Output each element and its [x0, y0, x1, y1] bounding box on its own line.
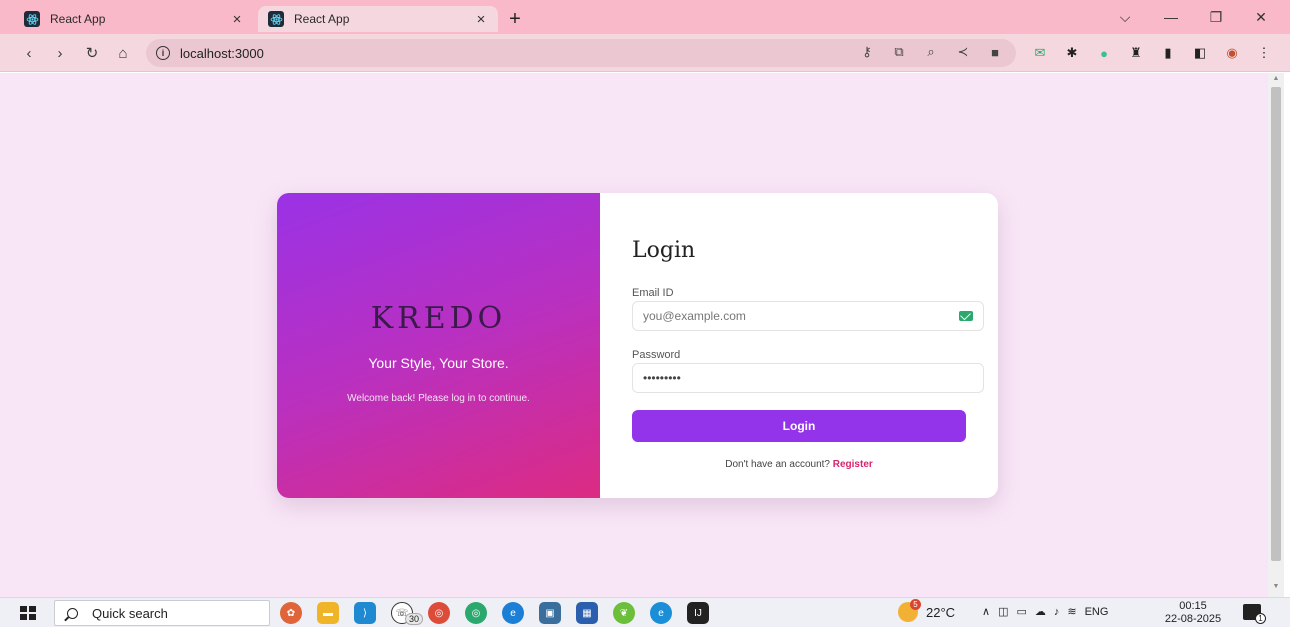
whatsapp-badge: 30	[405, 613, 424, 625]
home-button[interactable]: ⌂	[112, 42, 134, 64]
brand-logo: KREDO	[370, 301, 507, 336]
restore-button[interactable]: ❐	[1201, 6, 1231, 28]
email-label: Email ID	[632, 287, 674, 299]
spring-tool-icon[interactable]: ❦	[613, 602, 635, 624]
file-explorer-icon[interactable]: ▬	[317, 602, 339, 624]
minimize-button[interactable]: —	[1156, 6, 1186, 28]
speaker-icon[interactable]: ♪	[1054, 606, 1060, 618]
tab-search-button[interactable]: ⌵	[1110, 6, 1140, 28]
intellij-icon[interactable]: IJ	[687, 602, 709, 624]
email-field[interactable]	[632, 301, 984, 331]
vscode-icon[interactable]: ⟩	[354, 602, 376, 624]
browser-toolbar: ‹ › ↻ ⌂ i localhost:3000 ⚷ ⧉ ⌕ ≺ ■ ✉ ✱ ●…	[0, 34, 1290, 72]
new-tab-button[interactable]: +	[504, 8, 526, 30]
windows-start-icon[interactable]	[20, 606, 36, 620]
password-field[interactable]	[632, 363, 984, 393]
edge-icon[interactable]: e	[502, 602, 524, 624]
chrome-profile-icon[interactable]: ◎	[465, 602, 487, 624]
scroll-thumb[interactable]	[1271, 87, 1281, 561]
address-bar[interactable]: i localhost:3000 ⚷ ⧉ ⌕ ≺ ■	[146, 39, 1016, 67]
sql-server-icon[interactable]: ▣	[539, 602, 561, 624]
install-app-icon[interactable]: ⧉	[890, 43, 908, 61]
clock[interactable]: 00:15 22-08-2025	[1158, 600, 1228, 626]
password-label: Password	[632, 349, 681, 361]
scroll-down-icon[interactable]: ▼	[1271, 583, 1281, 593]
login-button[interactable]: Login	[632, 410, 966, 442]
incognito-icon[interactable]: ♜	[1126, 43, 1146, 63]
search-icon	[67, 607, 78, 619]
chevron-up-icon[interactable]: ∧	[982, 605, 990, 618]
page-viewport: KREDO Your Style, Your Store. Welcome ba…	[0, 73, 1268, 597]
bookmark-icon[interactable]: ■	[986, 43, 1004, 61]
language-indicator[interactable]: ENG	[1085, 606, 1109, 618]
cloud-icon[interactable]: ☁	[1035, 605, 1046, 618]
microsoft-store-icon[interactable]: ▦	[576, 602, 598, 624]
reading-list-icon[interactable]: ▮	[1158, 43, 1178, 63]
more-menu-icon[interactable]: ⋮	[1254, 43, 1274, 63]
clock-date: 22-08-2025	[1164, 613, 1222, 625]
close-tab-icon[interactable]: ×	[472, 10, 490, 28]
password-input[interactable]	[643, 371, 973, 385]
tab-strip: React App × React App × + ⌵ — ❐ ✕	[0, 0, 1290, 34]
mail-extension-icon[interactable]: ✉	[1030, 43, 1050, 63]
close-window-button[interactable]: ✕	[1246, 6, 1276, 28]
profile-avatar-icon[interactable]: ◉	[1222, 43, 1242, 63]
site-info-icon[interactable]: i	[156, 46, 170, 60]
system-tray: ∧ ◫ ▭ ☁ ♪ ≋ ENG	[982, 605, 1109, 619]
password-key-icon[interactable]: ⚷	[858, 43, 876, 61]
weather-icon: 5	[898, 599, 921, 622]
battery-icon[interactable]: ▭	[1016, 605, 1026, 618]
welcome-message: Welcome back! Please log in to continue.	[347, 393, 530, 404]
reload-button[interactable]: ↻	[81, 42, 103, 64]
whatsapp-icon[interactable]: ☏ 30	[391, 602, 424, 625]
tray-app-icon[interactable]: ◫	[998, 605, 1008, 618]
login-title: Login	[632, 238, 696, 263]
chrome-icon[interactable]: ◎	[428, 602, 450, 624]
tab-title: React App	[50, 12, 106, 26]
tab-react-app-1[interactable]: React App ×	[14, 6, 254, 32]
brand-panel: KREDO Your Style, Your Store. Welcome ba…	[277, 193, 600, 498]
brand-tagline: Your Style, Your Store.	[368, 355, 509, 371]
puzzle-extension-icon[interactable]: ✱	[1062, 43, 1082, 63]
edge-browser-icon[interactable]: e	[650, 602, 672, 624]
back-button[interactable]: ‹	[18, 42, 40, 64]
tab-react-app-2[interactable]: React App ×	[258, 6, 498, 32]
widget-art-icon[interactable]: ✿	[280, 602, 302, 624]
notification-count: 1	[1255, 613, 1266, 624]
taskbar-search[interactable]: Quick search	[54, 600, 270, 626]
signup-prompt: Don't have an account? Register	[632, 459, 966, 470]
taskbar: Quick search ✿ ▬ ⟩ ☏ 30 ◎ ◎ e ▣ ▦ ❦ e IJ …	[0, 597, 1290, 627]
mail-icon	[959, 311, 973, 321]
close-tab-icon[interactable]: ×	[228, 10, 246, 28]
login-card: KREDO Your Style, Your Store. Welcome ba…	[277, 193, 998, 498]
vertical-scrollbar[interactable]: ▲ ▼	[1268, 73, 1284, 597]
register-link[interactable]: Register	[833, 459, 873, 470]
clock-time: 00:15	[1179, 600, 1207, 612]
email-input[interactable]	[643, 309, 959, 323]
share-icon[interactable]: ≺	[954, 43, 972, 61]
weather-badge: 5	[910, 599, 921, 610]
shield-extension-icon[interactable]: ●	[1094, 43, 1114, 63]
scroll-up-icon[interactable]: ▲	[1271, 75, 1281, 85]
tab-title: React App	[294, 12, 350, 26]
notification-icon[interactable]: 1	[1243, 604, 1266, 624]
temperature: 22°C	[926, 604, 956, 620]
url-text: localhost:3000	[180, 45, 264, 61]
wifi-icon[interactable]: ≋	[1067, 605, 1076, 618]
react-icon	[24, 11, 40, 27]
side-panel-icon[interactable]: ◧	[1190, 43, 1210, 63]
login-form: Login Email ID Password Login Don't have…	[600, 193, 998, 498]
forward-button[interactable]: ›	[49, 42, 71, 64]
weather-widget[interactable]: 5 22°C	[898, 599, 956, 622]
react-icon	[268, 11, 284, 27]
signup-prompt-text: Don't have an account?	[725, 459, 830, 470]
search-text: Quick search	[92, 605, 168, 621]
zoom-icon[interactable]: ⌕	[922, 43, 940, 61]
